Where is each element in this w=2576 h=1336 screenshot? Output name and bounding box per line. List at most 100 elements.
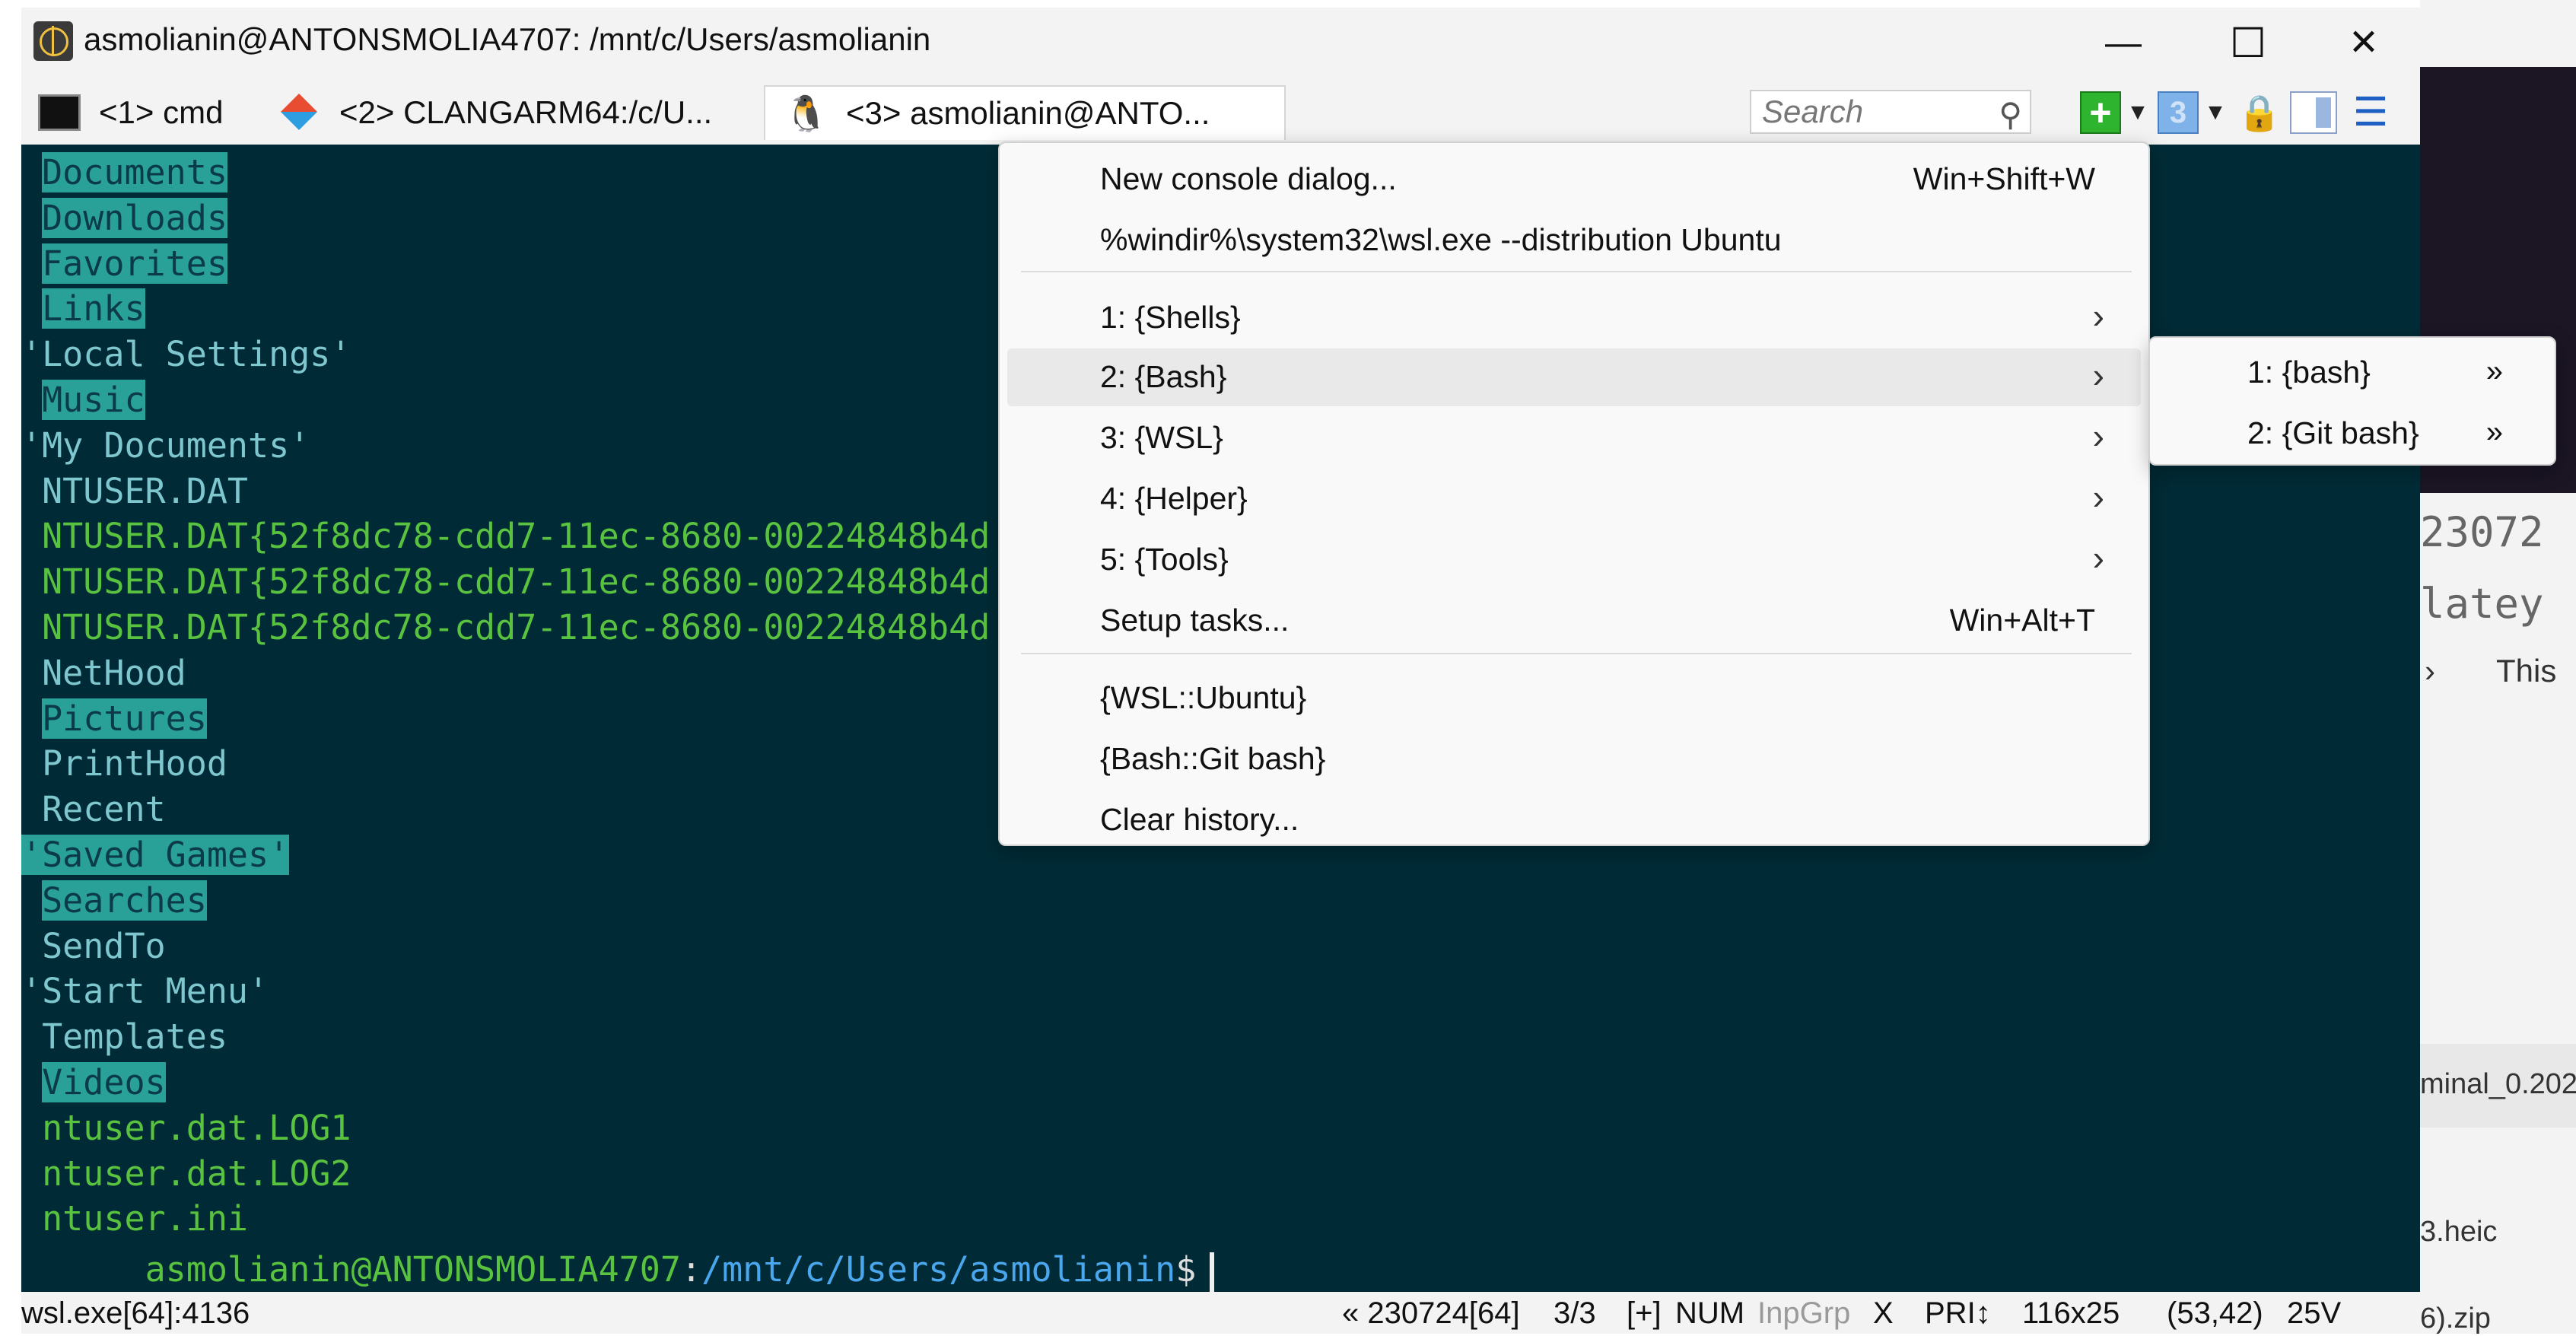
menu-item[interactable]: 4: {Helper} › [1007,470,2141,528]
terminal-entry: Favorites [42,243,227,284]
chevron-right-icon: › [2092,296,2104,336]
menu-item[interactable]: 5: {Tools} › [1007,531,2141,589]
terminal-entry: 'Start Menu' [21,971,269,1011]
lock-icon[interactable]: 🔒 [2237,91,2281,134]
split-view-icon[interactable] [2290,91,2337,134]
terminal-entry: Videos [42,1062,166,1102]
prompt-colon: : [680,1249,702,1290]
menu-item[interactable]: New console dialog... Win+Shift+W [1007,151,2141,208]
status-priority[interactable]: PRI↕ [1925,1296,1991,1331]
terminal-line: NTUSER.DAT{52f8dc78-cdd7-11ec-8680-00224… [21,560,990,604]
status-cursor-pos[interactable]: (53,42) [2167,1296,2263,1331]
terminal-entry: 'My Documents' [21,425,310,466]
terminal-entry: SendTo [42,926,166,966]
background-file-name: 6).zip [2420,1303,2491,1334]
conemu-app-icon[interactable] [33,21,73,61]
tab-clangarm64[interactable]: <2> CLANGARM64:/c/U... [278,85,712,140]
menu-item[interactable]: 2: {Bash} › [1007,348,2141,406]
terminal-line: Pictures [21,697,207,741]
tab-cmd[interactable]: <1> cmd [38,85,223,140]
terminal-line: SendTo [21,924,166,969]
status-x[interactable]: X [1873,1296,1894,1331]
tab-list-dropdown-icon[interactable]: ▼ [2202,91,2229,134]
terminal-entry: NTUSER.DAT [42,471,249,511]
terminal-entry: NetHood [42,653,186,693]
terminal-line: PrintHood [21,742,227,786]
status-console-index[interactable]: 3/3 [1554,1296,1596,1331]
terminal-entry: Links [42,288,145,329]
menu-item[interactable]: Setup tasks... Win+Alt+T [1007,592,2141,650]
terminal-line: Searches [21,879,207,923]
menu-item[interactable]: {WSL::Ubuntu} [1007,670,2141,727]
terminal-line: 'Local Settings' [21,332,351,377]
terminal-entry: Music [42,380,145,420]
menu-item-label: %windir%\system32\wsl.exe --distribution… [1100,222,1782,257]
menu-item[interactable]: 3: {WSL} › [1007,409,2141,467]
minimize-button[interactable]: — [2066,8,2180,78]
background-window: 23072 latey › This minal_0.202 3.heic 6)… [2420,0,2576,1334]
title-bar[interactable]: asmolianin@ANTONSMOLIA4707: /mnt/c/Users… [21,8,2420,78]
shell-prompt[interactable]: asmolianin@ANTONSMOLIA4707:/mnt/c/Users/… [21,1204,1215,1292]
menu-item-shortcut: Win+Shift+W [1913,161,2095,196]
status-plus[interactable]: [+] [1627,1296,1662,1331]
active-tab-number-button[interactable]: 3 [2158,91,2199,134]
menu-item[interactable]: %windir%\system32\wsl.exe --distribution… [1007,212,2141,269]
terminal-entry: NTUSER.DAT{52f8dc78-cdd7-11ec-8680-00224… [42,561,991,602]
background-text-line: latey [2420,580,2544,628]
status-size[interactable]: 116x25 [2022,1296,2120,1331]
search-icon[interactable]: ⚲ [1999,96,2022,133]
new-console-dropdown-icon[interactable]: ▼ [2124,91,2151,134]
status-process[interactable]: wsl.exe[64]:4136 [21,1296,250,1331]
terminal-entry: Templates [42,1016,227,1057]
cmd-icon [38,94,81,131]
menu-item-label: Setup tasks... [1100,603,1290,638]
search-box[interactable]: ⚲ [1750,90,2031,134]
status-transparency[interactable]: 25V [2287,1296,2341,1331]
chevron-right-icon: › [2092,416,2104,456]
status-version[interactable]: « 230724[64] [1342,1296,1520,1331]
linux-penguin-icon: 🐧 [784,93,828,133]
status-inpgrp[interactable]: InpGrp [1757,1296,1850,1331]
background-text-line: 23072 [2420,508,2544,556]
terminal-entry: Pictures [42,698,207,739]
terminal-line: NTUSER.DAT{52f8dc78-cdd7-11ec-8680-00224… [21,514,990,558]
search-input[interactable] [1751,91,1990,132]
submenu-item[interactable]: 1: {bash} » [2156,344,2549,402]
maximize-button[interactable]: ☐ [2191,8,2305,78]
terminal-line: Music [21,378,145,422]
tab-wsl-ubuntu[interactable]: 🐧 <3> asmolianin@ANTO... [764,85,1286,140]
terminal-entry: NTUSER.DAT{52f8dc78-cdd7-11ec-8680-00224… [42,607,991,647]
hamburger-menu-icon[interactable]: ☰ [2349,91,2392,135]
window-title: asmolianin@ANTONSMOLIA4707: /mnt/c/Users… [84,21,931,57]
menu-item-label: New console dialog... [1100,161,1397,196]
new-console-button[interactable]: + [2080,91,2121,134]
git-icon [278,94,321,131]
terminal-line: Templates [21,1015,227,1059]
menu-item[interactable]: 1: {Shells} › [1007,289,2141,347]
tab-bar: <1> cmd <2> CLANGARM64:/c/U... 🐧 <3> asm… [21,78,2420,145]
menu-item-label: 4: {Helper} [1100,481,1248,516]
terminal-line: Documents [21,151,227,195]
menu-item[interactable]: {Bash::Git bash} [1007,730,2141,788]
new-console-menu: New console dialog... Win+Shift+W %windir%… [998,142,2150,846]
double-chevron-icon: » [2485,415,2503,449]
menu-item[interactable]: Clear history... [1007,791,2141,849]
terminal-line: Favorites [21,242,227,286]
terminal-line: NTUSER.DAT{52f8dc78-cdd7-11ec-8680-00224… [21,606,990,650]
close-button[interactable]: ✕ [2307,8,2421,78]
terminal-line: 'Saved Games' [21,833,290,877]
submenu-item-label: 2: {Git bash} [2247,415,2419,450]
terminal-line: 'Start Menu' [21,969,269,1013]
menu-separator [1021,653,2132,654]
status-num[interactable]: NUM [1675,1296,1744,1331]
menu-item-label: {WSL::Ubuntu} [1100,680,1307,715]
menu-item-label: 3: {WSL} [1100,420,1223,455]
breadcrumb-chevron-icon: › [2425,653,2435,689]
breadcrumb-this: This [2496,653,2557,689]
menu-item-label: {Bash::Git bash} [1100,741,1326,776]
prompt-user-host: asmolianin@ANTONSMOLIA4707 [145,1249,681,1290]
tab-label: <2> CLANGARM64:/c/U... [339,94,713,130]
menu-item-shortcut: Win+Alt+T [1949,603,2095,638]
menu-item-label: 1: {Shells} [1100,300,1241,335]
submenu-item[interactable]: 2: {Git bash} » [2156,405,2549,463]
